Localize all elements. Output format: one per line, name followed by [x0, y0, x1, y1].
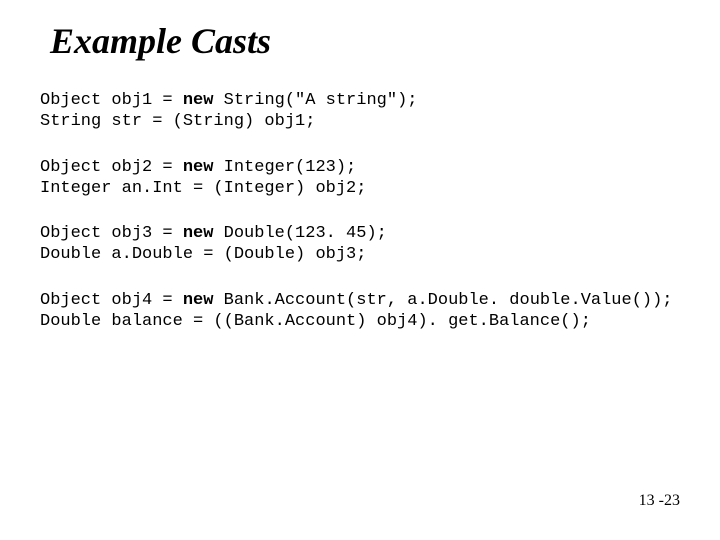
code-block-1: Object obj1 = new String("A string"); St… [40, 90, 680, 133]
code-text: Integer(123); [213, 158, 356, 177]
code-text: Object obj4 = [40, 291, 183, 310]
code-text: Object obj2 = [40, 158, 183, 177]
code-text: Bank.Account(str, a.Double. double.Value… [213, 291, 672, 310]
code-text: Object obj3 = [40, 224, 183, 243]
keyword-new: new [183, 91, 214, 110]
slide: Example Casts Object obj1 = new String("… [0, 0, 720, 540]
code-text: Double balance = ((Bank.Account) obj4). … [40, 312, 591, 331]
keyword-new: new [183, 224, 214, 243]
page-title: Example Casts [50, 20, 680, 62]
code-text: Integer an.Int = (Integer) obj2; [40, 179, 366, 198]
code-block-4: Object obj4 = new Bank.Account(str, a.Do… [40, 290, 680, 333]
code-block-2: Object obj2 = new Integer(123); Integer … [40, 157, 680, 200]
page-number: 13 -23 [639, 492, 680, 510]
code-text: Double a.Double = (Double) obj3; [40, 245, 366, 264]
code-text: String str = (String) obj1; [40, 112, 315, 131]
code-text: Double(123. 45); [213, 224, 386, 243]
code-block-3: Object obj3 = new Double(123. 45); Doubl… [40, 223, 680, 266]
keyword-new: new [183, 291, 214, 310]
code-text: String("A string"); [213, 91, 417, 110]
keyword-new: new [183, 158, 214, 177]
code-text: Object obj1 = [40, 91, 183, 110]
